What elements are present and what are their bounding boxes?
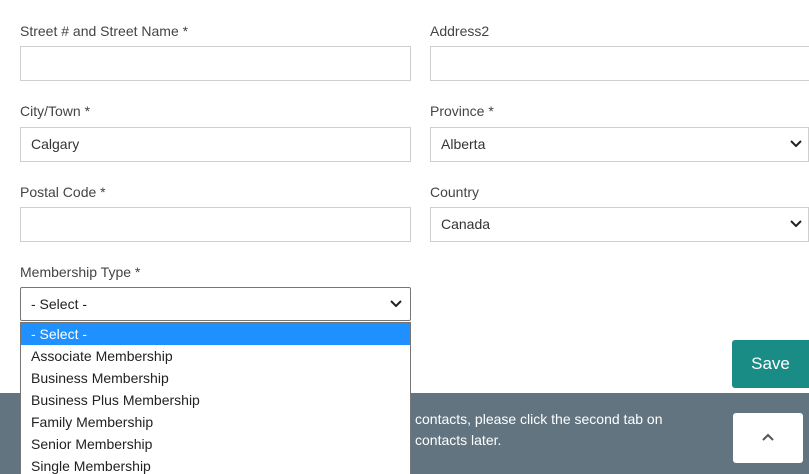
city-input[interactable]: Calgary: [20, 127, 411, 162]
membership-option[interactable]: Business Plus Membership: [21, 389, 410, 411]
membership-dropdown-list: - Select - Associate Membership Business M…: [20, 322, 411, 474]
banner-line: contacts, please click the second tab on: [415, 411, 663, 427]
banner-line: contacts later.: [415, 432, 502, 448]
country-value: Canada: [441, 216, 491, 232]
membership-option[interactable]: Associate Membership: [21, 345, 410, 367]
country-select[interactable]: Canada: [430, 207, 809, 242]
country-label: Country: [430, 184, 480, 200]
membership-label: Membership Type *: [20, 264, 141, 280]
save-button[interactable]: Save: [732, 340, 809, 388]
city-label: City/Town *: [20, 103, 91, 119]
province-value: Alberta: [441, 136, 486, 152]
province-select[interactable]: Alberta: [430, 127, 809, 162]
scroll-top-button[interactable]: [733, 413, 803, 463]
chevron-down-icon: [390, 288, 404, 320]
membership-option[interactable]: - Select -: [21, 323, 410, 345]
membership-option[interactable]: Senior Membership: [21, 433, 410, 455]
chevron-down-icon: [790, 208, 804, 241]
membership-option[interactable]: Family Membership: [21, 411, 410, 433]
chevron-up-icon: [762, 433, 774, 441]
street-input[interactable]: [20, 46, 411, 81]
membership-option[interactable]: Business Membership: [21, 367, 410, 389]
postal-label: Postal Code *: [20, 184, 106, 200]
street-label: Street # and Street Name *: [20, 23, 189, 39]
membership-select[interactable]: - Select -: [20, 287, 411, 321]
address2-input[interactable]: [430, 46, 809, 81]
banner-text: contacts, please click the second tab on…: [415, 409, 715, 451]
chevron-down-icon: [790, 128, 804, 161]
postal-input[interactable]: [20, 207, 411, 242]
membership-option[interactable]: Single Membership: [21, 455, 410, 474]
province-label: Province *: [430, 103, 494, 119]
address2-label: Address2: [430, 23, 490, 39]
membership-value: - Select -: [31, 296, 88, 312]
